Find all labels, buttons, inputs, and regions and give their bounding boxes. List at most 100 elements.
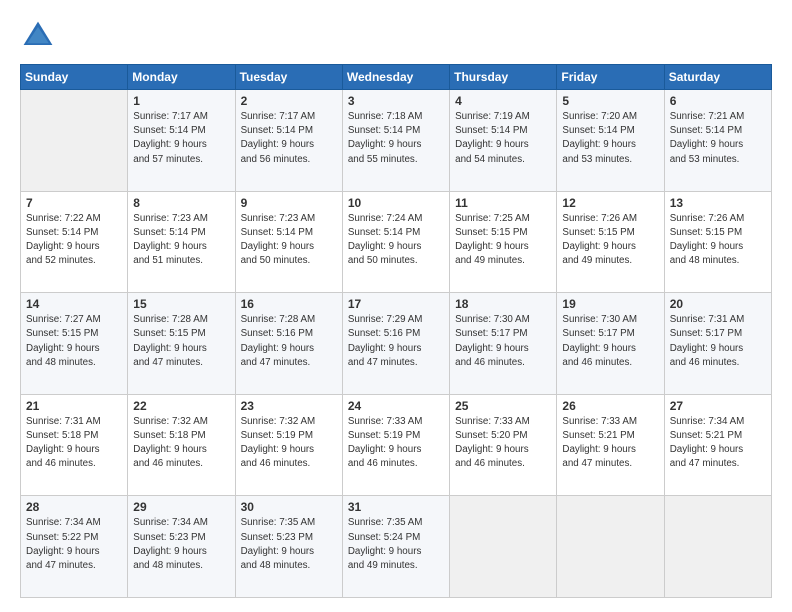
day-cell: 14Sunrise: 7:27 AM Sunset: 5:15 PM Dayli…: [21, 293, 128, 395]
day-number: 20: [670, 297, 766, 311]
day-cell: 12 Sunrise: 7:26 AM Sunset: 5:15 PM Dayli…: [557, 191, 664, 293]
day-info: Sunrise: 7:22 AM Sunset: 5:14 PM Dayligh…: [26, 212, 122, 269]
day-cell: 9 Sunrise: 7:23 AM Sunset: 5:14 PM Daylig…: [235, 191, 342, 293]
day-cell: 11 Sunrise: 7:25 AM Sunset: 5:15 PM Dayli…: [450, 191, 557, 293]
day-cell: [664, 496, 771, 598]
calendar-table: SundayMondayTuesdayWednesdayThursdayFrid…: [20, 64, 772, 598]
day-number: 13: [670, 196, 766, 210]
day-cell: 2 Sunrise: 7:17 AM Sunset: 5:14 PM Daylig…: [235, 90, 342, 192]
day-cell: 23 Sunrise: 7:32 AM Sunset: 5:19 PM Dayli…: [235, 394, 342, 496]
day-number: 22: [133, 399, 229, 413]
day-cell: 18Sunrise: 7:30 AM Sunset: 5:17 PM Dayli…: [450, 293, 557, 395]
logo-icon: [20, 18, 56, 54]
day-number: 4: [455, 94, 551, 108]
day-info: Sunrise: 7:32 AM Sunset: 5:19 PM Dayligh…: [241, 415, 337, 472]
day-info: Sunrise: 7:30 AM Sunset: 5:17 PM Dayligh…: [562, 313, 658, 370]
day-cell: 25Sunrise: 7:33 AM Sunset: 5:20 PM Dayli…: [450, 394, 557, 496]
day-cell: 20 Sunrise: 7:31 AM Sunset: 5:17 PM Dayli…: [664, 293, 771, 395]
day-cell: 27Sunrise: 7:34 AM Sunset: 5:21 PM Dayli…: [664, 394, 771, 496]
day-info: Sunrise: 7:30 AM Sunset: 5:17 PM Dayligh…: [455, 313, 551, 370]
day-info: Sunrise: 7:29 AM Sunset: 5:16 PM Dayligh…: [348, 313, 444, 370]
day-number: 5: [562, 94, 658, 108]
day-number: 15: [133, 297, 229, 311]
day-cell: 1Sunrise: 7:17 AM Sunset: 5:14 PM Daylig…: [128, 90, 235, 192]
header-monday: Monday: [128, 65, 235, 90]
day-number: 17: [348, 297, 444, 311]
week-row-2: 7 Sunrise: 7:22 AM Sunset: 5:14 PM Daylig…: [21, 191, 772, 293]
day-cell: 16 Sunrise: 7:28 AM Sunset: 5:16 PM Dayli…: [235, 293, 342, 395]
day-number: 8: [133, 196, 229, 210]
day-cell: 29Sunrise: 7:34 AM Sunset: 5:23 PM Dayli…: [128, 496, 235, 598]
day-cell: 30 Sunrise: 7:35 AM Sunset: 5:23 PM Dayli…: [235, 496, 342, 598]
day-cell: 7 Sunrise: 7:22 AM Sunset: 5:14 PM Daylig…: [21, 191, 128, 293]
day-info: Sunrise: 7:33 AM Sunset: 5:20 PM Dayligh…: [455, 415, 551, 472]
header-sunday: Sunday: [21, 65, 128, 90]
day-info: Sunrise: 7:34 AM Sunset: 5:21 PM Dayligh…: [670, 415, 766, 472]
day-number: 28: [26, 500, 122, 514]
day-cell: 24Sunrise: 7:33 AM Sunset: 5:19 PM Dayli…: [342, 394, 449, 496]
day-info: Sunrise: 7:24 AM Sunset: 5:14 PM Dayligh…: [348, 212, 444, 269]
day-info: Sunrise: 7:19 AM Sunset: 5:14 PM Dayligh…: [455, 110, 551, 167]
day-info: Sunrise: 7:32 AM Sunset: 5:18 PM Dayligh…: [133, 415, 229, 472]
day-info: Sunrise: 7:33 AM Sunset: 5:19 PM Dayligh…: [348, 415, 444, 472]
day-info: Sunrise: 7:18 AM Sunset: 5:14 PM Dayligh…: [348, 110, 444, 167]
day-info: Sunrise: 7:28 AM Sunset: 5:16 PM Dayligh…: [241, 313, 337, 370]
day-cell: 22 Sunrise: 7:32 AM Sunset: 5:18 PM Dayli…: [128, 394, 235, 496]
day-info: Sunrise: 7:35 AM Sunset: 5:24 PM Dayligh…: [348, 516, 444, 573]
day-cell: 3Sunrise: 7:18 AM Sunset: 5:14 PM Daylig…: [342, 90, 449, 192]
day-info: Sunrise: 7:17 AM Sunset: 5:14 PM Dayligh…: [241, 110, 337, 167]
day-number: 9: [241, 196, 337, 210]
day-cell: [450, 496, 557, 598]
day-number: 11: [455, 196, 551, 210]
day-cell: 15 Sunrise: 7:28 AM Sunset: 5:15 PM Dayli…: [128, 293, 235, 395]
day-info: Sunrise: 7:25 AM Sunset: 5:15 PM Dayligh…: [455, 212, 551, 269]
day-cell: 28 Sunrise: 7:34 AM Sunset: 5:22 PM Dayli…: [21, 496, 128, 598]
day-number: 21: [26, 399, 122, 413]
day-info: Sunrise: 7:34 AM Sunset: 5:22 PM Dayligh…: [26, 516, 122, 573]
calendar-header: SundayMondayTuesdayWednesdayThursdayFrid…: [21, 65, 772, 90]
header-thursday: Thursday: [450, 65, 557, 90]
day-cell: 6 Sunrise: 7:21 AM Sunset: 5:14 PM Daylig…: [664, 90, 771, 192]
day-number: 12: [562, 196, 658, 210]
day-cell: 10 Sunrise: 7:24 AM Sunset: 5:14 PM Dayli…: [342, 191, 449, 293]
day-info: Sunrise: 7:26 AM Sunset: 5:15 PM Dayligh…: [562, 212, 658, 269]
day-cell: 4 Sunrise: 7:19 AM Sunset: 5:14 PM Daylig…: [450, 90, 557, 192]
day-number: 2: [241, 94, 337, 108]
week-row-1: 1Sunrise: 7:17 AM Sunset: 5:14 PM Daylig…: [21, 90, 772, 192]
day-info: Sunrise: 7:35 AM Sunset: 5:23 PM Dayligh…: [241, 516, 337, 573]
day-number: 6: [670, 94, 766, 108]
day-info: Sunrise: 7:28 AM Sunset: 5:15 PM Dayligh…: [133, 313, 229, 370]
day-cell: 21Sunrise: 7:31 AM Sunset: 5:18 PM Dayli…: [21, 394, 128, 496]
day-info: Sunrise: 7:33 AM Sunset: 5:21 PM Dayligh…: [562, 415, 658, 472]
day-cell: 26Sunrise: 7:33 AM Sunset: 5:21 PM Dayli…: [557, 394, 664, 496]
day-cell: 5Sunrise: 7:20 AM Sunset: 5:14 PM Daylig…: [557, 90, 664, 192]
calendar-body: 1Sunrise: 7:17 AM Sunset: 5:14 PM Daylig…: [21, 90, 772, 598]
header: [20, 18, 772, 54]
day-info: Sunrise: 7:21 AM Sunset: 5:14 PM Dayligh…: [670, 110, 766, 167]
day-number: 31: [348, 500, 444, 514]
logo: [20, 18, 62, 54]
day-info: Sunrise: 7:31 AM Sunset: 5:17 PM Dayligh…: [670, 313, 766, 370]
page: SundayMondayTuesdayWednesdayThursdayFrid…: [0, 0, 792, 612]
day-number: 23: [241, 399, 337, 413]
day-info: Sunrise: 7:34 AM Sunset: 5:23 PM Dayligh…: [133, 516, 229, 573]
day-info: Sunrise: 7:23 AM Sunset: 5:14 PM Dayligh…: [133, 212, 229, 269]
day-number: 30: [241, 500, 337, 514]
day-info: Sunrise: 7:17 AM Sunset: 5:14 PM Dayligh…: [133, 110, 229, 167]
week-row-3: 14Sunrise: 7:27 AM Sunset: 5:15 PM Dayli…: [21, 293, 772, 395]
header-saturday: Saturday: [664, 65, 771, 90]
header-wednesday: Wednesday: [342, 65, 449, 90]
day-cell: [21, 90, 128, 192]
day-number: 7: [26, 196, 122, 210]
day-number: 16: [241, 297, 337, 311]
week-row-5: 28 Sunrise: 7:34 AM Sunset: 5:22 PM Dayli…: [21, 496, 772, 598]
day-info: Sunrise: 7:23 AM Sunset: 5:14 PM Dayligh…: [241, 212, 337, 269]
day-number: 19: [562, 297, 658, 311]
day-cell: 17 Sunrise: 7:29 AM Sunset: 5:16 PM Dayli…: [342, 293, 449, 395]
day-number: 14: [26, 297, 122, 311]
week-row-4: 21Sunrise: 7:31 AM Sunset: 5:18 PM Dayli…: [21, 394, 772, 496]
header-row: SundayMondayTuesdayWednesdayThursdayFrid…: [21, 65, 772, 90]
day-number: 10: [348, 196, 444, 210]
day-cell: 8 Sunrise: 7:23 AM Sunset: 5:14 PM Daylig…: [128, 191, 235, 293]
day-cell: 31 Sunrise: 7:35 AM Sunset: 5:24 PM Dayli…: [342, 496, 449, 598]
